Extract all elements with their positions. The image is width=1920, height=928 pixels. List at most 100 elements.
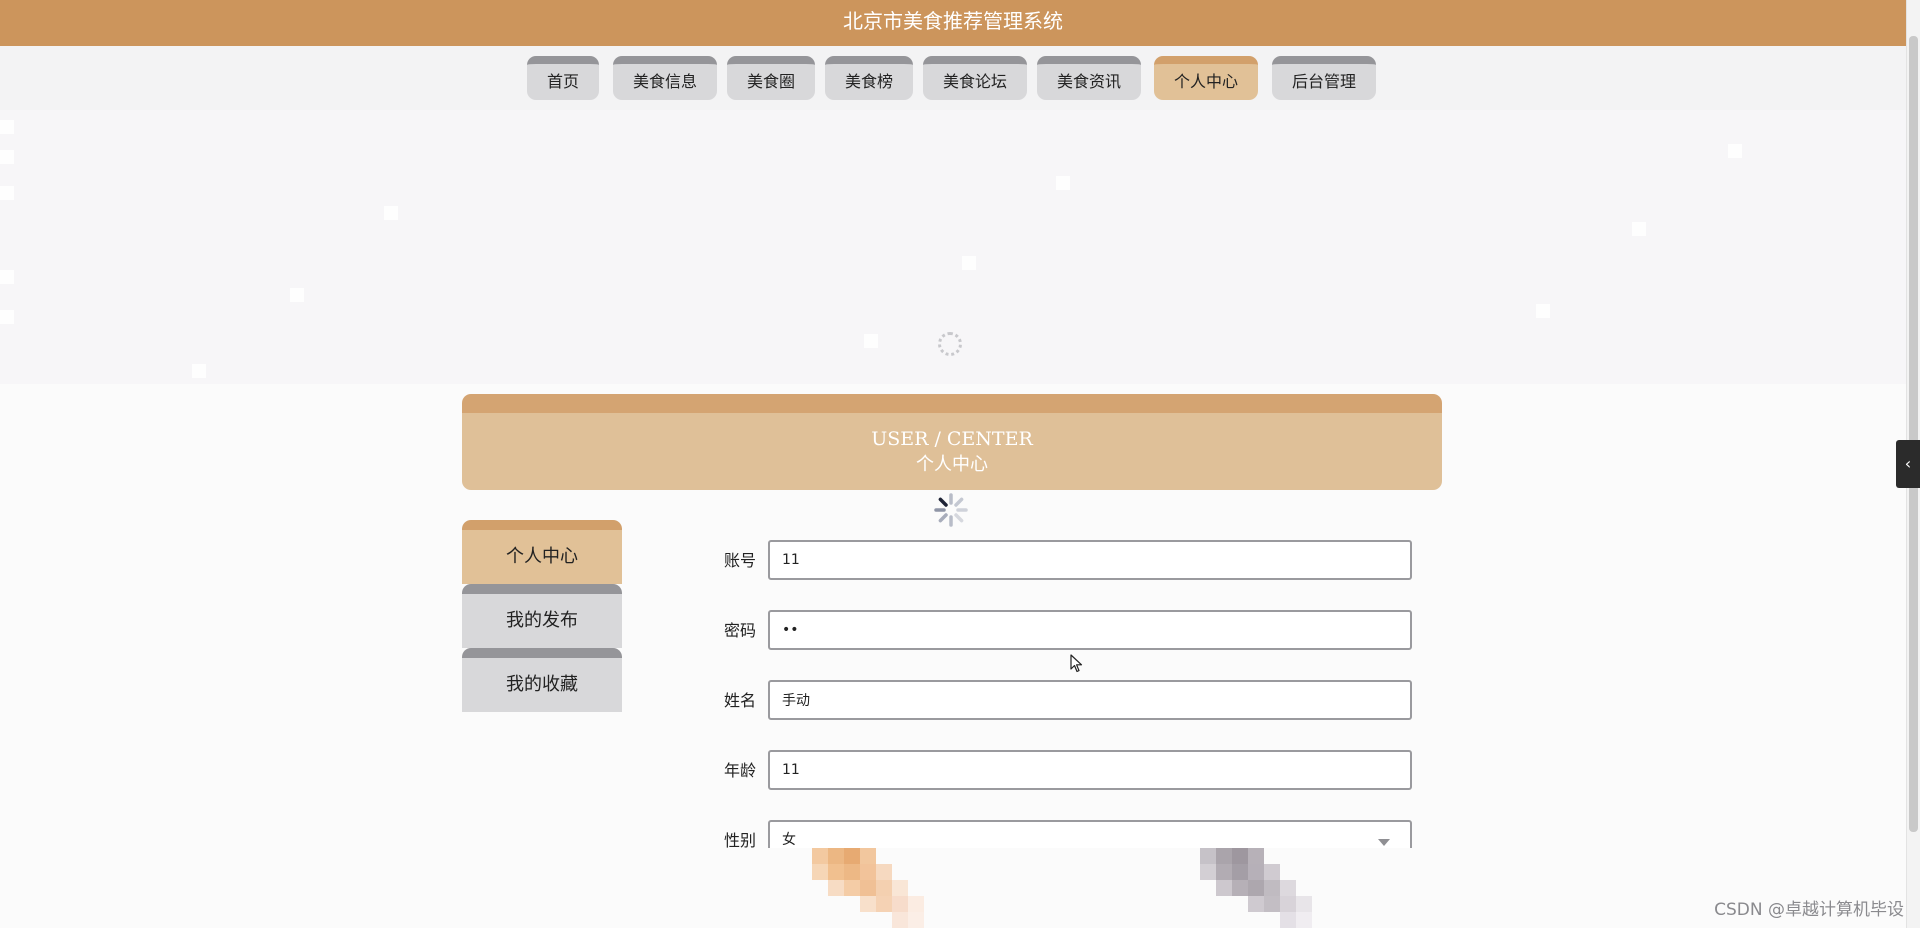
footer-pixel: [1232, 864, 1248, 880]
footer-pixel: [844, 880, 860, 896]
nav-item-food-info[interactable]: 美食信息: [613, 56, 717, 100]
nav-label: 首页: [546, 72, 579, 91]
gender-value: 女: [782, 832, 796, 848]
banner-decoration: [0, 186, 14, 200]
footer-pixel: [908, 896, 924, 912]
side-menu-label: 个人中心: [506, 546, 578, 567]
age-input[interactable]: [768, 750, 1412, 790]
chevron-left-icon: ‹: [1904, 454, 1912, 473]
footer-pixel: [1216, 848, 1232, 864]
app-title: 北京市美食推荐管理系统: [843, 9, 1063, 33]
footer-pixel: [1232, 848, 1248, 864]
footer-pixel: [844, 864, 860, 880]
banner-decoration: [962, 256, 976, 270]
form-field-account: 账号: [700, 540, 1420, 582]
footer-pixel: [1200, 848, 1216, 864]
section-header: USER / CENTER 个人中心: [462, 394, 1442, 490]
password-label: 密码: [723, 621, 756, 640]
footer-pixel: [1248, 880, 1264, 896]
banner-decoration: [1056, 176, 1070, 190]
footer-pixel: [860, 896, 876, 912]
banner-decoration: [0, 310, 14, 324]
banner-decoration: [0, 120, 14, 134]
nav-item-user-center[interactable]: 个人中心: [1154, 56, 1258, 100]
footer-pixel: [892, 912, 908, 928]
footer-pixel: [1280, 896, 1296, 912]
nav-item-admin[interactable]: 后台管理: [1272, 56, 1376, 100]
footer-pixel: [860, 864, 876, 880]
footer-pixel: [1200, 864, 1216, 880]
footer-pixel: [876, 880, 892, 896]
footer-pixel: [860, 880, 876, 896]
footer-pixel: [812, 864, 828, 880]
form-field-name: 姓名: [700, 680, 1420, 722]
banner-carousel: [0, 110, 1906, 384]
nav-item-food-forum[interactable]: 美食论坛: [923, 56, 1027, 100]
footer-pixel: [1264, 880, 1280, 896]
page: 北京市美食推荐管理系统 首页 美食信息 美食圈 美食榜 美食论坛 美食资讯 个人…: [0, 0, 1920, 928]
banner-decoration: [1536, 304, 1550, 318]
nav-label: 个人中心: [1173, 72, 1238, 91]
form-field-password: 密码: [700, 610, 1420, 652]
footer-pixel: [876, 896, 892, 912]
name-input[interactable]: [768, 680, 1412, 720]
spinner-icon: [938, 332, 962, 356]
footer-pixel: [908, 912, 924, 928]
nav-item-food-ranking[interactable]: 美食榜: [825, 56, 913, 100]
password-input[interactable]: [768, 610, 1412, 650]
banner-decoration: [0, 270, 14, 284]
footer-pixel: [1232, 880, 1248, 896]
footer-pixel: [1248, 896, 1264, 912]
footer-pixel: [1248, 864, 1264, 880]
footer-pixel: [1216, 880, 1232, 896]
app-title-bar: 北京市美食推荐管理系统: [0, 0, 1906, 46]
footer-pixel: [876, 864, 892, 880]
footer-pixel: [892, 896, 908, 912]
banner-decoration: [384, 206, 398, 220]
section-title-en: USER / CENTER: [871, 428, 1033, 450]
nav-label: 美食榜: [844, 72, 893, 91]
side-menu-label: 我的发布: [506, 610, 578, 631]
side-menu-label: 我的收藏: [506, 674, 578, 695]
footer-pixel: [828, 880, 844, 896]
loading-spinner-icon: [934, 493, 968, 527]
account-input[interactable]: [768, 540, 1412, 580]
banner-decoration: [1728, 144, 1742, 158]
side-menu-my-favorites[interactable]: 我的收藏: [462, 648, 622, 712]
nav-item-food-circle[interactable]: 美食圈: [727, 56, 815, 100]
nav-item-home[interactable]: 首页: [527, 56, 599, 100]
name-label: 姓名: [723, 691, 756, 710]
footer-pixel: [828, 848, 844, 864]
side-panel-toggle[interactable]: ‹: [1896, 440, 1920, 488]
mouse-cursor-icon: [1070, 654, 1083, 673]
watermark: CSDN @卓越计算机毕设: [1714, 900, 1904, 920]
footer-pixel: [892, 880, 908, 896]
footer-pixel: [860, 848, 876, 864]
nav-label: 后台管理: [1291, 72, 1356, 91]
scrollbar-thumb[interactable]: [1909, 36, 1918, 832]
nav-item-food-news[interactable]: 美食资讯: [1037, 56, 1141, 100]
banner-decoration: [864, 334, 878, 348]
footer-pixel: [1280, 912, 1296, 928]
main-nav: 首页 美食信息 美食圈 美食榜 美食论坛 美食资讯 个人中心 后台管理: [0, 46, 1906, 110]
form-field-age: 年龄: [700, 750, 1420, 792]
footer-pixel: [1280, 880, 1296, 896]
side-menu-user-center[interactable]: 个人中心: [462, 520, 622, 584]
account-label: 账号: [723, 551, 756, 570]
banner-decoration: [1632, 222, 1646, 236]
gender-select[interactable]: 女: [768, 820, 1412, 848]
footer-pixel: [1296, 912, 1312, 928]
section-title-cn: 个人中心: [916, 454, 988, 475]
banner-decoration: [290, 288, 304, 302]
footer-pixel: [1248, 848, 1264, 864]
banner-decoration: [0, 150, 14, 164]
footer-pixel: [1264, 896, 1280, 912]
nav-label: 美食信息: [632, 72, 697, 91]
chevron-down-icon: [1378, 839, 1390, 846]
side-menu-my-posts[interactable]: 我的发布: [462, 584, 622, 648]
footer-pixel: [812, 848, 828, 864]
gender-label: 性别: [723, 831, 756, 848]
nav-label: 美食资讯: [1056, 72, 1121, 91]
profile-form: 账号 密码 姓名 年龄 性别 女: [700, 540, 1420, 848]
age-label: 年龄: [723, 761, 756, 780]
